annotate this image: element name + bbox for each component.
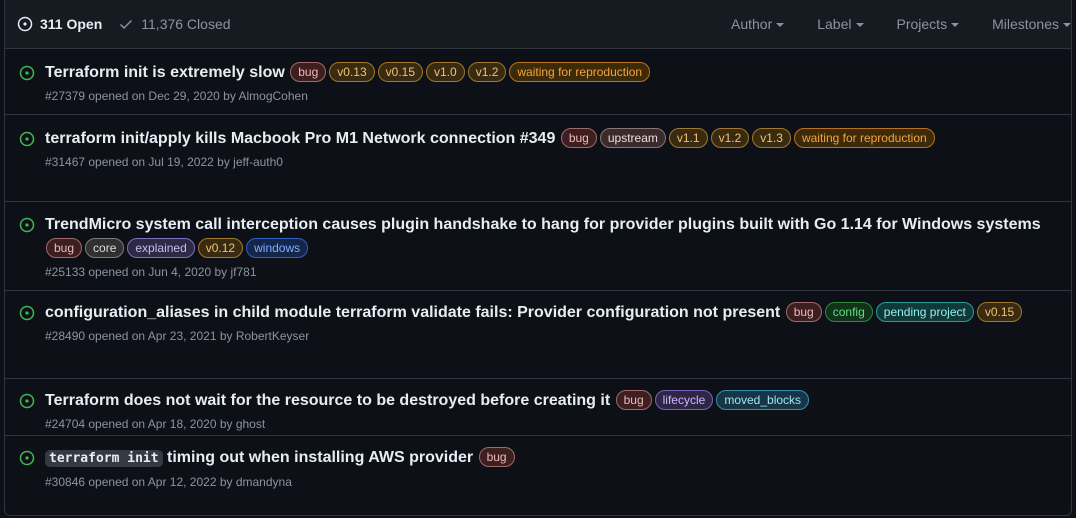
issue-row[interactable]: Terraform does not wait for the resource…	[5, 379, 1071, 436]
closed-issues-label: 11,376 Closed	[141, 16, 231, 32]
issue-meta: #31467 opened on Jul 19, 2022 by jeff-au…	[45, 155, 283, 169]
issue-title-link[interactable]: Terraform does not wait for the resource…	[45, 392, 610, 409]
issue-open-icon	[19, 450, 35, 466]
issue-list: Terraform init is extremely slow bug v0.1…	[5, 49, 1071, 502]
label-badge[interactable]: config	[824, 302, 873, 322]
milestones-filter-label: Milestones	[992, 16, 1059, 32]
label-badge[interactable]: windows	[246, 238, 309, 258]
issue-meta: #25133 opened on Jun 4, 2020 by jf781	[45, 265, 257, 279]
label-badge[interactable]: bug	[478, 447, 515, 467]
issue-title-link[interactable]: TrendMicro system call interception caus…	[45, 216, 1041, 233]
open-issues-tab[interactable]: 311 Open	[17, 16, 102, 32]
label-badge[interactable]: v1.1	[668, 128, 708, 148]
issue-open-icon	[17, 16, 33, 32]
label-badge[interactable]: v1.3	[752, 128, 791, 148]
label-badge[interactable]: upstream	[599, 128, 666, 148]
issue-row[interactable]: terraform init timing out when installin…	[5, 436, 1071, 502]
issue-row[interactable]: Terraform init is extremely slow bug v0.1…	[5, 49, 1071, 115]
issue-row[interactable]: configuration_aliases in child module te…	[5, 291, 1071, 379]
issue-meta: #28490 opened on Apr 23, 2021 by RobertK…	[45, 329, 310, 343]
milestones-filter[interactable]: Milestones	[992, 16, 1071, 32]
label-badge[interactable]: explained	[127, 238, 195, 258]
label-badge[interactable]: lifecycle	[654, 390, 714, 410]
issue-title-line: configuration_aliases in child module te…	[45, 301, 1071, 325]
chevron-down-icon	[951, 23, 960, 27]
projects-filter-label: Projects	[896, 16, 948, 32]
chevron-down-icon	[1063, 23, 1071, 27]
issue-title-line: terraform init timing out when installin…	[45, 446, 1071, 471]
issue-title-text: Terraform init is extremely slow	[45, 64, 285, 81]
label-badge[interactable]: v1.2	[467, 62, 507, 82]
issue-title-text: terraform init/apply kills Macbook Pro M…	[45, 130, 556, 147]
issue-open-icon	[19, 131, 35, 147]
closed-issues-tab[interactable]: 11,376 Closed	[118, 16, 231, 32]
issue-open-icon	[19, 305, 35, 321]
issues-panel: 311 Open 11,376 Closed Author Label Proj…	[4, 0, 1072, 516]
issue-meta: #27379 opened on Dec 29, 2020 by AlmogCo…	[45, 89, 308, 103]
issues-header: 311 Open 11,376 Closed Author Label Proj…	[5, 0, 1071, 49]
issue-title-line: Terraform does not wait for the resource…	[45, 389, 1071, 413]
label-filter[interactable]: Label	[817, 16, 864, 32]
issue-title-link[interactable]: terraform init/apply kills Macbook Pro M…	[45, 130, 555, 147]
open-issues-label: 311 Open	[40, 16, 103, 32]
issue-open-icon	[19, 393, 35, 409]
issue-title-text: Terraform does not wait for the resource…	[45, 392, 611, 409]
filter-bar: Author Label Projects Milestones	[698, 16, 1071, 32]
issue-title-link[interactable]: configuration_aliases in child module te…	[45, 304, 780, 321]
label-badge[interactable]: core	[85, 238, 125, 258]
issue-title-link[interactable]: terraform init timing out when installin…	[45, 449, 474, 467]
issue-title-link[interactable]: Terraform init is extremely slow	[45, 64, 285, 81]
author-filter-label: Author	[730, 16, 773, 32]
issue-title-code: terraform init	[45, 450, 163, 467]
issue-title-text: TrendMicro system call interception caus…	[45, 216, 1041, 233]
label-filter-label: Label	[817, 16, 852, 32]
label-badge[interactable]: v0.13	[329, 62, 375, 82]
issue-open-icon	[19, 217, 35, 233]
chevron-down-icon	[855, 23, 864, 27]
label-badge[interactable]: waiting for reproduction	[509, 62, 651, 82]
label-badge[interactable]: v1.2	[710, 128, 750, 148]
issue-title-text: timing out when installing AWS provider	[167, 449, 474, 466]
issue-meta: #24704 opened on Apr 18, 2020 by ghost	[45, 417, 266, 431]
issue-meta: #30846 opened on Apr 12, 2022 by dmandyn…	[45, 475, 292, 489]
label-badge[interactable]: bug	[615, 390, 652, 410]
label-badge[interactable]: v0.15	[976, 302, 1023, 322]
issue-open-icon	[19, 65, 35, 81]
check-icon	[120, 19, 133, 30]
label-badge[interactable]: v0.15	[377, 62, 423, 82]
issue-title-line: terraform init/apply kills Macbook Pro M…	[45, 127, 1071, 151]
label-badge[interactable]: bug	[560, 128, 597, 148]
issue-title-line: TrendMicro system call interception caus…	[45, 213, 1071, 261]
label-badge[interactable]: moved_blocks	[716, 390, 810, 410]
issue-title-text: configuration_aliases in child module te…	[45, 304, 781, 321]
label-badge[interactable]: bug	[785, 302, 822, 322]
label-badge[interactable]: waiting for reproduction	[793, 128, 935, 148]
issue-title-line: Terraform init is extremely slow bug v0.1…	[45, 61, 1071, 85]
issue-row[interactable]: terraform init/apply kills Macbook Pro M…	[5, 115, 1071, 202]
chevron-down-icon	[776, 23, 785, 27]
label-badge[interactable]: v1.0	[426, 62, 465, 82]
label-badge[interactable]: bug	[46, 238, 83, 258]
projects-filter[interactable]: Projects	[897, 16, 960, 32]
issue-row[interactable]: TrendMicro system call interception caus…	[5, 202, 1071, 291]
label-badge[interactable]: bug	[290, 62, 327, 82]
label-badge[interactable]: pending project	[875, 302, 974, 322]
label-badge[interactable]: v0.12	[197, 238, 244, 258]
author-filter[interactable]: Author	[730, 16, 785, 32]
